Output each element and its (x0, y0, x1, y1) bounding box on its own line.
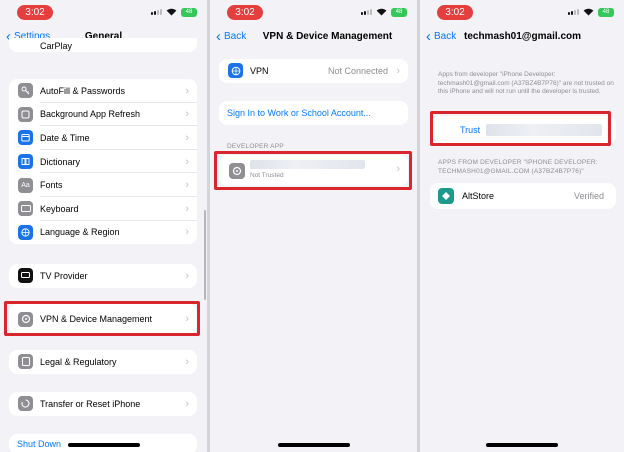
app-row[interactable]: AltStore Verified (430, 183, 616, 209)
highlight-box (430, 111, 611, 146)
settings-general-panel: 3:02 48 ‹ Settings General CarPlay AutoFi… (0, 0, 207, 452)
settings-row[interactable]: Date & Time › (9, 126, 197, 150)
settings-row[interactable]: Aa Fonts › (9, 173, 197, 197)
chevron-right-icon: › (185, 226, 189, 239)
settings-row[interactable]: Keyboard › (9, 197, 197, 221)
app-name: AltStore (462, 191, 495, 201)
fonts-icon: Aa (18, 177, 33, 193)
chevron-left-icon: ‹ (216, 28, 221, 45)
highlight-box (4, 301, 200, 336)
settings-row[interactable]: Dictionary › (9, 150, 197, 174)
section-header: DEVELOPER APP (227, 143, 284, 150)
vpn-globe-icon (228, 63, 243, 79)
chevron-right-icon: › (185, 269, 189, 282)
reset-icon (18, 396, 33, 412)
home-indicator (67, 443, 140, 447)
vpn-row[interactable]: VPN Not Connected › (219, 59, 408, 83)
settings-row-label: Date & Time (40, 132, 90, 143)
settings-row-label: Fonts (40, 180, 63, 191)
calendar-icon (18, 130, 33, 146)
settings-row-label: Dictionary (40, 156, 81, 167)
chevron-right-icon: › (396, 64, 400, 77)
wifi-icon (376, 8, 387, 16)
nav-bar: ‹ Back techmash01@gmail.com (420, 27, 624, 49)
status-time: 3:02 (437, 5, 473, 20)
chevron-left-icon: ‹ (426, 28, 431, 45)
trust-notice: Apps from developer "iPhone Developer: t… (438, 71, 614, 96)
refresh-icon (18, 106, 33, 122)
chevron-right-icon: › (185, 84, 189, 97)
settings-row-label: Background App Refresh (40, 109, 141, 120)
vpn-status: Not Connected (327, 65, 388, 76)
keyboard-icon (18, 201, 33, 217)
battery-icon: 48 (598, 8, 614, 17)
scrollbar[interactable] (204, 210, 206, 300)
signal-icon (568, 9, 579, 15)
chevron-right-icon: › (185, 202, 189, 215)
wifi-icon (166, 8, 177, 16)
signal-icon (151, 9, 162, 15)
altstore-icon (438, 188, 454, 204)
status-time: 3:02 (17, 5, 53, 20)
chevron-right-icon: › (185, 397, 189, 410)
chevron-right-icon: › (185, 355, 189, 368)
settings-row-label: Language & Region (40, 227, 120, 238)
status-bar: 3:02 48 (210, 0, 417, 26)
page-title: techmash01@gmail.com (464, 31, 582, 42)
vpn-device-management-panel: 3:02 48 ‹ Back VPN & Device Management VP… (210, 0, 417, 452)
page-title: VPN & Device Management (262, 31, 393, 42)
book-icon (18, 154, 33, 170)
home-indicator (277, 443, 350, 447)
settings-row-label: AutoFill & Passwords (40, 85, 126, 96)
settings-row[interactable]: Language & Region › (9, 221, 197, 245)
status-bar: 3:02 48 (0, 0, 207, 26)
status-time: 3:02 (227, 5, 263, 20)
carplay-row-partial[interactable]: CarPlay (9, 38, 197, 52)
home-indicator (486, 443, 558, 447)
battery-icon: 48 (391, 8, 407, 17)
key-icon (18, 83, 33, 99)
signal-icon (361, 9, 372, 15)
highlight-box (214, 151, 412, 190)
document-icon (18, 354, 33, 370)
settings-row-label: Keyboard (40, 203, 79, 214)
chevron-right-icon: › (185, 108, 189, 121)
tv-icon (18, 268, 33, 284)
settings-row[interactable]: AutoFill & Passwords › (9, 79, 197, 103)
signin-work-school-row[interactable]: Sign In to Work or School Account... (219, 101, 408, 125)
developer-trust-panel: 3:02 48 ‹ Back techmash01@gmail.com Apps … (420, 0, 624, 452)
status-bar: 3:02 48 (420, 0, 624, 26)
globe-icon (18, 224, 33, 240)
chevron-right-icon: › (185, 155, 189, 168)
settings-row[interactable]: Background App Refresh › (9, 103, 197, 127)
settings-group-general: AutoFill & Passwords › Background App Refr… (9, 79, 197, 245)
verification-status: Verified (573, 191, 604, 201)
tv-provider-row[interactable]: TV Provider › (9, 264, 197, 288)
chevron-right-icon: › (185, 131, 189, 144)
back-button[interactable]: ‹ Back (426, 27, 456, 47)
battery-icon: 48 (181, 8, 197, 17)
legal-row[interactable]: Legal & Regulatory › (9, 350, 197, 374)
transfer-reset-row[interactable]: Transfer or Reset iPhone › (9, 392, 197, 416)
section-header: APPS FROM DEVELOPER "IPHONE DEVELOPER: T… (438, 159, 598, 175)
wifi-icon (583, 8, 594, 16)
chevron-right-icon: › (185, 179, 189, 192)
nav-bar: ‹ Back VPN & Device Management (210, 27, 417, 49)
